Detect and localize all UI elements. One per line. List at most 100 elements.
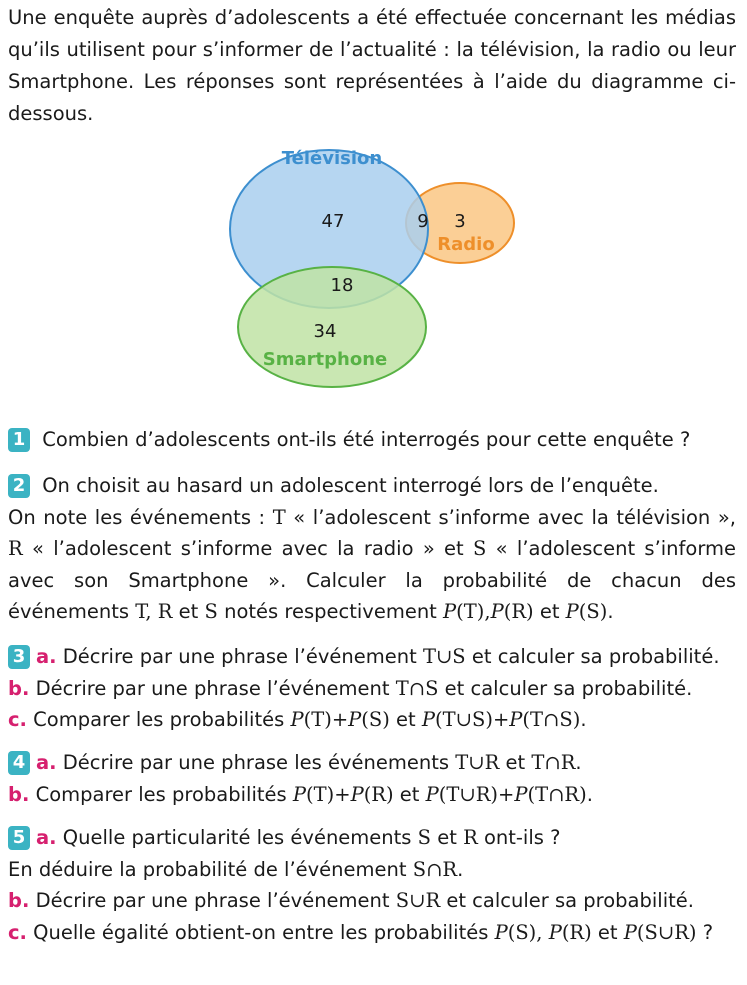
sub-label-b: b. <box>8 889 30 912</box>
q4a-text: Décrire par une phrase les événements <box>56 751 456 774</box>
prob-symbol: P <box>494 920 508 944</box>
question-4: 4 a. Décrire par une phrase les événement… <box>8 747 736 810</box>
television-label: Télévision <box>282 148 382 169</box>
q2-text: notés respectivement <box>217 600 444 623</box>
q5a-text: et <box>431 826 464 849</box>
prob-symbol: P <box>565 600 579 623</box>
expr: S∪R <box>395 889 441 912</box>
q5c-text: ? <box>696 920 714 944</box>
expr: (T)+ <box>306 782 351 806</box>
question-number-4: 4 <box>8 751 30 775</box>
sub-label-c: c. <box>8 920 27 944</box>
question-number-1: 1 <box>8 428 30 452</box>
expr: (S) <box>507 920 537 944</box>
sub-label-b: b. <box>8 676 30 700</box>
question-1: 1 Combien d’adolescents ont-ils été inte… <box>8 424 736 456</box>
q4a-text: et <box>499 751 532 774</box>
q5a-text: ont-ils ? <box>477 826 561 849</box>
prob-symbol: P <box>290 708 304 731</box>
region-television-smartphone: 18 <box>331 275 354 296</box>
q3a-text: et calculer sa probabilité. <box>465 645 720 668</box>
event-r: R <box>463 826 478 849</box>
event-s: S <box>204 600 218 623</box>
q5a-text: . <box>457 857 464 881</box>
q3b-text: et calculer sa probabilité. <box>438 676 693 700</box>
q3c-text: Comparer les probabilités <box>26 708 291 731</box>
question-3: 3 a. Décrire par une phrase l’événement T… <box>8 641 736 736</box>
q5b-text: et calculer sa probabilité. <box>440 889 694 912</box>
expr: (T∪R)+ <box>438 782 515 806</box>
prob-symbol: P <box>292 782 306 806</box>
expr: (T∩R) <box>527 782 587 806</box>
expr: (R) <box>363 782 394 806</box>
region-radio-only: 3 <box>454 211 465 232</box>
question-number-5: 5 <box>8 826 30 850</box>
q5a-text: Quelle particularité les événements <box>56 826 418 849</box>
event-s: S <box>417 826 432 849</box>
prob-symbol: P <box>421 708 436 731</box>
expr: T∩S <box>395 676 439 700</box>
q4b-text: . <box>586 782 593 806</box>
prob-symbol: P <box>514 782 528 806</box>
q2-text: « l’adolescent s’informe avec la radio »… <box>22 537 474 560</box>
q3c-text: . <box>580 708 587 731</box>
prob-arg: (S) <box>578 600 608 623</box>
expr: T∩R <box>531 751 576 774</box>
sub-label-c: c. <box>8 708 27 731</box>
expr: (S) <box>361 708 390 731</box>
q2-text: . <box>607 600 614 623</box>
prob-symbol: P <box>490 600 504 623</box>
q5c-text: et <box>591 920 624 944</box>
sub-label-a: a. <box>36 826 57 849</box>
question-number-2: 2 <box>8 474 30 498</box>
q2-text: et <box>172 600 205 623</box>
venn-diagram: Télévision Radio Smartphone 47 9 3 18 34 <box>229 148 515 388</box>
comma: , <box>536 920 543 944</box>
prob-symbol: P <box>548 920 562 944</box>
prob-symbol: P <box>623 920 637 944</box>
q4b-text: Comparer les probabilités <box>29 782 293 806</box>
q5c-text: Quelle égalité obtient-on entre les prob… <box>26 920 495 944</box>
events-t-r: T, R <box>135 600 173 623</box>
smartphone-label: Smartphone <box>263 349 387 370</box>
prob-symbol: P <box>350 782 364 806</box>
expr: (T∪S)+ <box>435 708 510 731</box>
event-r: R <box>8 537 23 560</box>
q3c-text: et <box>389 708 422 731</box>
expr: (R) <box>561 920 592 944</box>
expr: S∩R <box>412 857 458 881</box>
intro-paragraph: Une enquête auprès d’adolescents a été e… <box>8 6 736 125</box>
expr: (T)+ <box>303 708 349 731</box>
prob-arg: (R) <box>503 600 534 623</box>
sub-label-b: b. <box>8 782 30 806</box>
q2-line1: On choisit au hasard un adolescent inter… <box>36 474 659 497</box>
event-t: T <box>272 505 286 529</box>
region-television-only: 47 <box>322 211 345 232</box>
question-2: 2 On choisit au hasard un adolescent int… <box>8 470 736 628</box>
region-television-radio: 9 <box>417 211 428 232</box>
q5a-text: En déduire la probabilité de l’événement <box>8 857 413 881</box>
q4b-text: et <box>393 782 426 806</box>
prob-symbol: P <box>348 708 362 731</box>
expr: T∪S <box>422 645 466 668</box>
event-s: S <box>473 537 487 560</box>
expr: T∪R <box>455 751 500 774</box>
prob-symbol: P <box>443 600 457 623</box>
prob-symbol: P <box>425 782 439 806</box>
q3a-text: Décrire par une phrase l’événement <box>56 645 423 668</box>
q3b-text: Décrire par une phrase l’événement <box>29 676 396 700</box>
region-smartphone-only: 34 <box>314 321 337 342</box>
sub-label-a: a. <box>36 751 57 774</box>
q5b-text: Décrire par une phrase l’événement <box>29 889 396 912</box>
expr: (S∪R) <box>636 920 697 944</box>
q4a-text: . <box>575 751 582 774</box>
q2-text: et <box>533 600 566 623</box>
question-number-3: 3 <box>8 645 30 669</box>
expr: (T∩S) <box>522 708 581 731</box>
q1-text: Combien d’adolescents ont-ils été interr… <box>36 428 691 451</box>
prob-symbol: P <box>509 708 523 731</box>
q2-text: « l’adolescent s’informe avec la télévis… <box>285 505 736 529</box>
question-5: 5 a. Quelle particularité les événements … <box>8 822 736 948</box>
sub-label-a: a. <box>36 645 57 668</box>
q2-text: On note les événements : <box>8 505 273 529</box>
